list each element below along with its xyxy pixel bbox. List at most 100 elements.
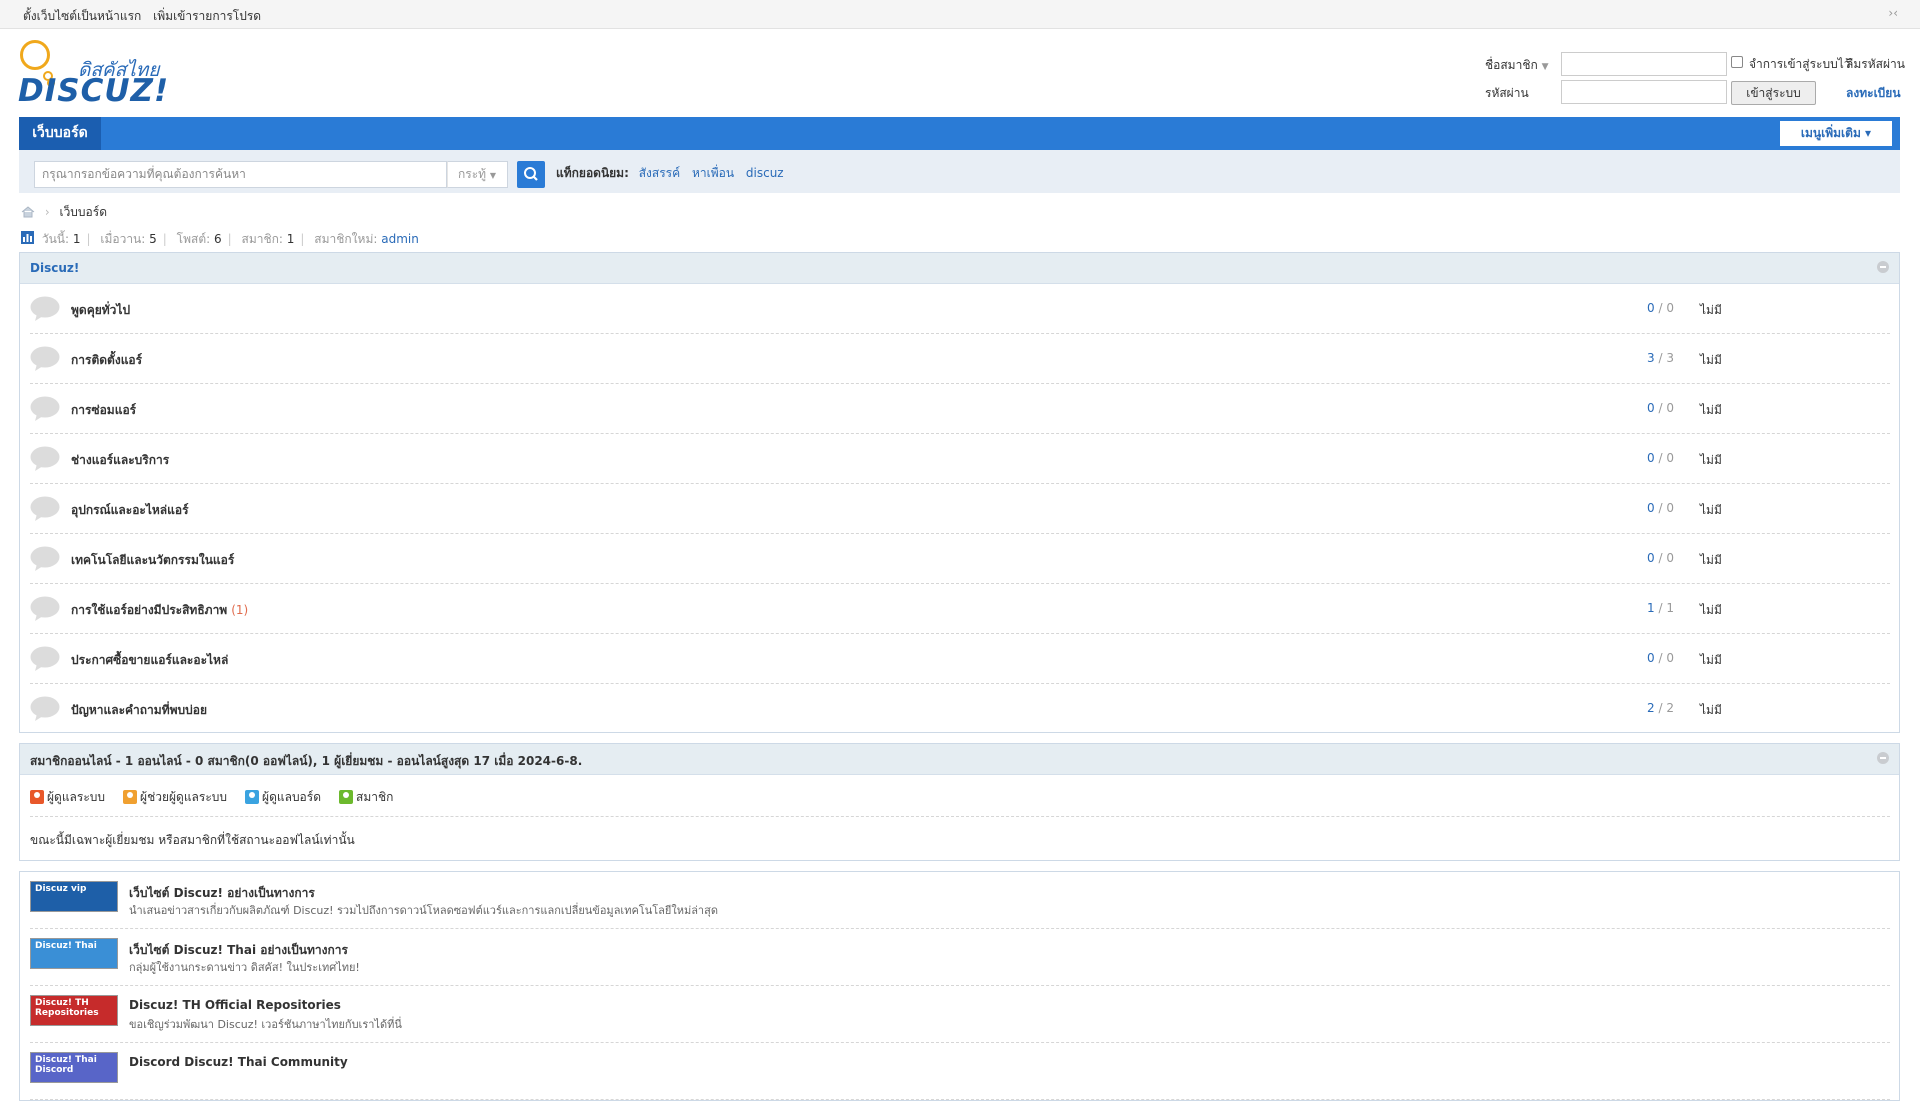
forum-row: การใช้แอร์อย่างมีประสิทธิภาพ (1) 1 / 1 ไม่ม… (30, 584, 1890, 634)
forum-counts: 0 / 0 (1647, 501, 1674, 515)
forum-row: เทคโนโลยีและนวัตกรรมในแอร์ 0 / 0 ไม่มี (30, 534, 1890, 584)
collapse-topbar-icon[interactable]: ›‹ (1888, 6, 1898, 20)
link-banner[interactable]: Discuz! Thai Discord (30, 1052, 118, 1083)
forum-bubble-icon[interactable] (30, 696, 60, 721)
register-link[interactable]: ลงทะเบียน (1846, 84, 1901, 103)
forum-counts: 0 / 0 (1647, 551, 1674, 565)
link-title[interactable]: Discord Discuz! Thai Community (129, 1055, 348, 1069)
online-note: ขณะนี้มีเฉพาะผู้เยี่ยมชม หรือสมาชิกที่ใช… (30, 833, 355, 847)
friend-links-box: Discuz vip เว็บไซต์ Discuz! อย่างเป็นทางก… (19, 871, 1900, 1101)
forum-last-post: ไม่มี (1700, 553, 1722, 567)
search-icon (524, 167, 538, 181)
chevron-down-icon: ▼ (1541, 62, 1549, 72)
forum-last-post: ไม่มี (1700, 403, 1722, 417)
collapse-icon[interactable] (1877, 752, 1889, 764)
user-group-icon (245, 790, 260, 804)
friend-link[interactable]: Discuz! Thai Discord Discord Discuz! Thai… (30, 1043, 1890, 1100)
stat-today: 1 (72, 232, 81, 246)
online-members-box: สมาชิกออนไลน์ - 1 ออนไลน์ - 0 สมาชิก(0 อ… (19, 743, 1900, 861)
more-menu-button[interactable]: เมนูเพิ่มเติม ▾ (1780, 121, 1892, 146)
remember-checkbox[interactable] (1731, 56, 1743, 68)
forum-row: พูดคุยทั่วไป 0 / 0 ไม่มี (30, 284, 1890, 334)
remember-label: จำการเข้าสู่ระบบไว้ (1749, 57, 1851, 71)
forum-name[interactable]: การใช้แอร์อย่างมีประสิทธิภาพ (1) (71, 601, 248, 620)
password-input[interactable] (1561, 80, 1727, 104)
forum-last-post: ไม่มี (1700, 503, 1722, 517)
link-description: นำเสนอข่าวสารเกี่ยวกับผลิตภัณฑ์ Discuz! … (129, 904, 718, 917)
link-description: กลุ่มผู้ใช้งานกระดานข่าว ดิสคัส! ในประเท… (129, 961, 360, 974)
logo-bubble-icon (20, 40, 50, 70)
username-label[interactable]: ชื่อสมาชิก ▼ (1485, 56, 1548, 75)
newest-member-link[interactable]: admin (381, 232, 419, 246)
forum-bubble-icon[interactable] (30, 446, 60, 471)
chevron-down-icon: ▼ (489, 171, 497, 180)
forum-bubble-icon[interactable] (30, 596, 60, 621)
forum-last-post: ไม่มี (1700, 653, 1722, 667)
set-homepage-link[interactable]: ตั้งเว็บไซต์เป็นหน้าแรก (23, 9, 141, 23)
forum-counts: 1 / 1 (1647, 601, 1674, 615)
forgot-password-link[interactable]: ลืมรหัสผ่าน (1846, 55, 1905, 74)
forum-name[interactable]: อุปกรณ์และอะไหล่แอร์ (71, 501, 193, 520)
add-favorite-link[interactable]: เพิ่มเข้ารายการโปรด (153, 9, 261, 23)
forum-category: Discuz! พูดคุยทั่วไป 0 / 0 ไม่มี การติดตั้ง… (19, 252, 1900, 733)
hot-tag[interactable]: discuz (746, 166, 784, 180)
forum-last-post: ไม่มี (1700, 303, 1722, 317)
forum-name[interactable]: ปัญหาและคำถามที่พบบ่อย (71, 701, 211, 720)
search-input[interactable]: กรุณากรอกข้อความที่คุณต้องการค้นหา (34, 161, 447, 188)
forum-bubble-icon[interactable] (30, 546, 60, 571)
password-label: รหัสผ่าน (1485, 86, 1529, 100)
hot-tags-label: แท็กยอดนิยม: (556, 166, 629, 180)
forum-name[interactable]: การซ่อมแอร์ (71, 401, 140, 420)
forum-stats: วันนี้: 1 | เมื่อวาน: 5 | โพสต์: 6 | สมาชิก… (21, 230, 419, 249)
forum-bubble-icon[interactable] (30, 396, 60, 421)
link-banner[interactable]: Discuz! Thai (30, 938, 118, 969)
forum-row: การติดตั้งแอร์ 3 / 3 ไม่มี (30, 334, 1890, 384)
stat-posts: 6 (214, 232, 222, 246)
forum-bubble-icon[interactable] (30, 296, 60, 321)
search-button[interactable] (517, 161, 545, 188)
hot-tag[interactable]: สังสรรค์ (639, 166, 680, 180)
forum-bubble-icon[interactable] (30, 646, 60, 671)
forum-counts: 0 / 0 (1647, 401, 1674, 415)
forum-bubble-icon[interactable] (30, 346, 60, 371)
forum-name[interactable]: ช่างแอร์และบริการ (71, 451, 173, 470)
link-banner[interactable]: Discuz! TH Repositories (30, 995, 118, 1026)
forum-bubble-icon[interactable] (30, 496, 60, 521)
main-nav: เว็บบอร์ด เมนูเพิ่มเติม ▾ (19, 117, 1900, 150)
user-group-icon (339, 790, 354, 804)
user-group-icon (30, 790, 44, 804)
online-title[interactable]: สมาชิกออนไลน์ - 1 ออนไลน์ - 0 สมาชิก(0 อ… (30, 752, 582, 771)
category-title[interactable]: Discuz! (30, 261, 79, 275)
stat-yesterday: 5 (149, 232, 157, 246)
collapse-icon[interactable] (1877, 261, 1889, 273)
breadcrumb-separator: › (44, 205, 50, 219)
friend-link[interactable]: Discuz! TH Repositories Discuz! TH Offici… (30, 986, 1890, 1043)
home-icon[interactable] (21, 206, 35, 218)
friend-link[interactable]: Discuz vip เว็บไซต์ Discuz! อย่างเป็นทางก… (30, 872, 1890, 929)
login-button[interactable]: เข้าสู่ระบบ (1731, 81, 1816, 105)
forum-last-post: ไม่มี (1700, 603, 1722, 617)
forum-name[interactable]: เทคโนโลยีและนวัตกรรมในแอร์ (71, 551, 238, 570)
top-bar: ตั้งเว็บไซต์เป็นหน้าแรก เพิ่มเข้ารายการโ… (0, 0, 1920, 29)
friend-link[interactable]: Discuz! Thai เว็บไซต์ Discuz! Thai อย่างเ… (30, 929, 1890, 986)
legend-item: ผู้ดูแลบอร์ด (245, 788, 321, 807)
hot-tag[interactable]: หาเพื่อน (692, 166, 734, 180)
user-group-icon (123, 790, 138, 804)
search-type-select[interactable]: กระทู้ ▼ (447, 161, 508, 188)
link-banner[interactable]: Discuz vip (30, 881, 118, 912)
forum-name[interactable]: พูดคุยทั่วไป (71, 301, 134, 320)
legend-item: ผู้ช่วยผู้ดูแลระบบ (123, 788, 227, 807)
link-description: ขอเชิญร่วมพัฒนา Discuz! เวอร์ชันภาษาไทยก… (129, 1018, 402, 1031)
nav-item-forum[interactable]: เว็บบอร์ด (19, 117, 101, 150)
forum-counts: 2 / 2 (1647, 701, 1674, 715)
forum-name[interactable]: การติดตั้งแอร์ (71, 351, 146, 370)
forum-counts: 0 / 0 (1647, 451, 1674, 465)
forum-counts: 0 / 0 (1647, 651, 1674, 665)
breadcrumb-current[interactable]: เว็บบอร์ด (59, 205, 107, 219)
stat-members: 1 (286, 232, 295, 246)
forum-name[interactable]: ประกาศซื้อขายแอร์และอะไหล่ (71, 651, 232, 670)
link-title[interactable]: Discuz! TH Official Repositories (129, 998, 341, 1012)
logo-main-text: DISCUZ! (18, 73, 170, 109)
hot-tags: แท็กยอดนิยม: สังสรรค์ หาเพื่อน discuz (556, 164, 792, 183)
username-input[interactable] (1561, 52, 1727, 76)
